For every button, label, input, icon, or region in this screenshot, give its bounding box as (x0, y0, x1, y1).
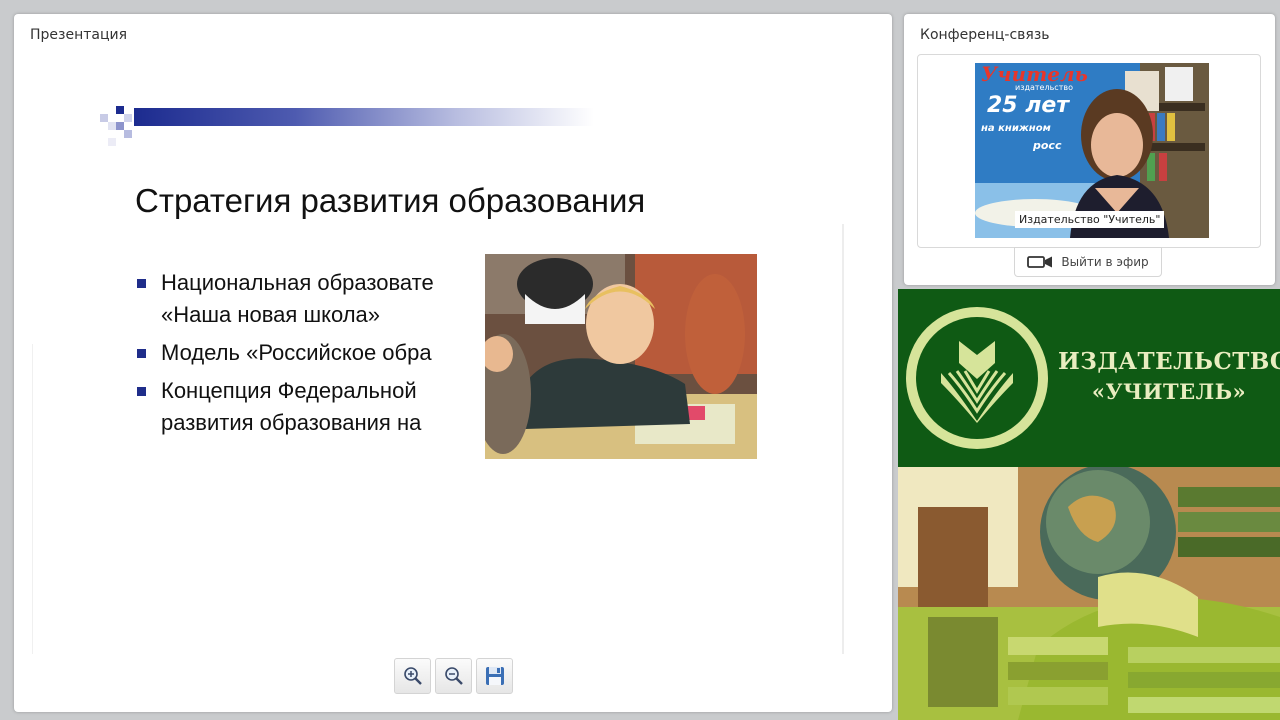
slide-edge (842, 224, 844, 654)
bullet-text: развития образования на (161, 410, 422, 435)
bullet-text: Концепция Федеральной (161, 378, 417, 403)
bullet-marker (137, 349, 146, 358)
video-frame: Учитель издательство 25 лет на книжном р… (917, 54, 1261, 248)
poster-text: Учитель (981, 63, 1088, 86)
bullet-marker (137, 279, 146, 288)
bullet-text: Модель «Российское обра (161, 340, 432, 365)
poster-text: росс (1033, 139, 1062, 152)
slide-header-decoration (94, 100, 594, 152)
zoom-in-icon (403, 667, 422, 685)
save-button[interactable] (476, 658, 513, 694)
slide-bullet: Национальная образовате «Наша новая школ… (135, 267, 495, 331)
publisher-banner: ИЗДАТЕЛЬСТВО «УЧИТЕЛЬ» (898, 289, 1280, 467)
zoom-in-button[interactable] (394, 658, 431, 694)
zoom-out-button[interactable] (435, 658, 472, 694)
slide-edge (32, 344, 33, 654)
slide-bullet: Модель «Российское обра (135, 337, 495, 369)
publisher-name-line: «УЧИТЕЛЬ» (1091, 379, 1247, 404)
slide-bullet: Концепция Федеральной развития образован… (135, 375, 495, 439)
zoom-out-icon (444, 667, 463, 685)
publisher-name-line: ИЗДАТЕЛЬСТВО (1058, 348, 1280, 375)
slide-title: Стратегия развития образования (135, 182, 646, 219)
presentation-panel: Презентация Стратегия развития образован… (14, 14, 892, 712)
poster-text: на книжном (981, 123, 1051, 134)
book-logo-icon (941, 341, 1013, 423)
go-live-button[interactable]: Выйти в эфир (1014, 247, 1162, 277)
presentation-toolbar (394, 658, 513, 694)
poster-text: 25 лет (987, 93, 1070, 118)
publisher-name: ИЗДАТЕЛЬСТВО «УЧИТЕЛЬ» (1058, 347, 1280, 407)
webcam-video: Учитель издательство 25 лет на книжном р… (975, 63, 1209, 238)
presentation-panel-title: Презентация (30, 27, 128, 43)
publisher-logo (906, 307, 1048, 449)
poster-text: издательство (1015, 83, 1073, 92)
books-globe-image (898, 467, 1280, 720)
bullet-marker (137, 387, 146, 396)
bullet-text: Национальная образовате (161, 270, 434, 295)
save-icon (485, 667, 504, 685)
bullet-text: «Наша новая школа» (161, 302, 381, 327)
slide-photo-classroom (485, 254, 757, 459)
conference-panel-title: Конференц-связь (920, 27, 1050, 43)
camera-icon (1027, 256, 1053, 268)
go-live-label: Выйти в эфир (1061, 255, 1149, 269)
video-caption: Издательство "Учитель" (1015, 211, 1165, 228)
slide-bullet-list: Национальная образовате «Наша новая школ… (135, 267, 495, 439)
conference-panel: Конференц-связь Учитель издательство 25 … (904, 14, 1275, 285)
